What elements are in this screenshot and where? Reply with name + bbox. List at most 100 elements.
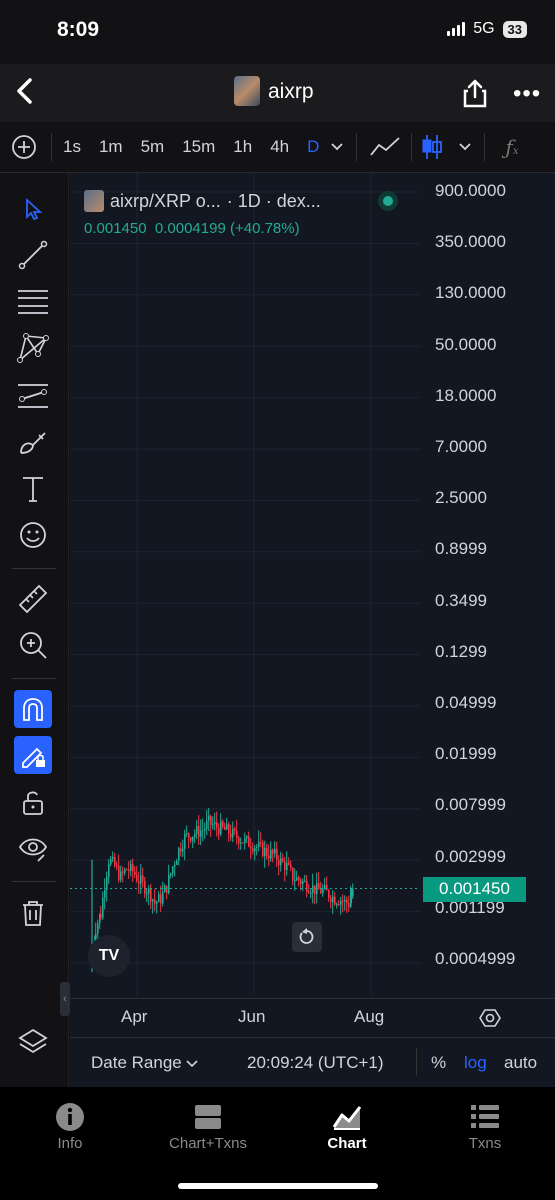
fx-icon[interactable]: ƒx <box>505 135 518 159</box>
timeframe-1s[interactable]: 1s <box>54 137 90 157</box>
chart-bottom-bar: Date Range 20:09:24 (UTC+1) % log auto <box>70 1037 555 1088</box>
candle-body <box>214 822 216 825</box>
price-label: 350.0000 <box>435 232 506 252</box>
time-label-aug: Aug <box>354 1007 385 1026</box>
candle-body <box>162 892 164 904</box>
candle-body <box>286 862 288 871</box>
candle-body <box>324 885 326 889</box>
candle-body <box>336 904 338 906</box>
tab-label: Chart+Txns <box>169 1135 247 1152</box>
candle-body <box>234 828 236 831</box>
time-axis[interactable]: Apr Jun Aug <box>70 998 555 1037</box>
tab-txns[interactable]: Txns <box>430 1103 540 1152</box>
date-range-label: Date Range <box>91 1053 182 1072</box>
forecast-tool-icon[interactable] <box>14 377 52 415</box>
eye-icon[interactable] <box>14 830 52 868</box>
legend-values: 0.001450 0.0004199 (+40.78%) <box>84 220 300 237</box>
network-type: 5G <box>473 20 495 37</box>
brush-tool-icon[interactable] <box>14 423 52 461</box>
candle-body <box>274 848 276 854</box>
candlestick-chart[interactable] <box>70 173 420 995</box>
time-label-apr: Apr <box>121 1007 148 1026</box>
ruler-tool-icon[interactable] <box>14 580 52 618</box>
settings-icon[interactable] <box>479 1007 501 1029</box>
chevron-left-icon <box>17 78 32 104</box>
back-button[interactable] <box>14 76 36 114</box>
timeframe-5m[interactable]: 5m <box>132 137 174 157</box>
layers-icon[interactable] <box>14 1023 52 1061</box>
candle-body <box>330 898 332 903</box>
candle-body <box>256 846 258 848</box>
timeframe-1h[interactable]: 1h <box>224 137 261 157</box>
pattern-tool-icon[interactable] <box>14 329 52 367</box>
candle-body <box>160 894 162 904</box>
candle-body <box>240 842 242 844</box>
fib-retracement-icon[interactable] <box>14 283 52 321</box>
candle-body <box>188 833 190 838</box>
log-toggle[interactable]: log <box>464 1053 487 1073</box>
reset-chart-button[interactable] <box>292 922 322 952</box>
percent-toggle[interactable]: % <box>431 1053 446 1073</box>
candle-body <box>292 867 294 881</box>
candle-body <box>164 885 166 893</box>
candle-body <box>196 826 198 834</box>
candle-body <box>206 820 208 829</box>
chevron-down-icon[interactable] <box>330 142 344 152</box>
candle-body <box>138 881 140 884</box>
chevron-down-icon[interactable] <box>458 142 472 152</box>
lock-drawing-icon[interactable] <box>14 736 52 774</box>
candle-body <box>308 891 310 893</box>
auto-toggle[interactable]: auto <box>504 1053 537 1073</box>
candle-body <box>174 864 176 867</box>
candle-body <box>140 875 142 884</box>
zoom-in-icon[interactable] <box>14 626 52 664</box>
timeframe-4h[interactable]: 4h <box>261 137 298 157</box>
candlestick-icon[interactable] <box>420 133 444 161</box>
candle-body <box>130 863 132 872</box>
candle-body <box>186 833 188 835</box>
cursor-tool-icon[interactable] <box>14 190 52 228</box>
price-axis[interactable]: 900.0000 350.0000 130.0000 50.0000 18.0000 7.… <box>420 173 555 995</box>
candle-body <box>288 862 290 865</box>
candle-body <box>242 842 244 844</box>
candle-body <box>144 880 146 894</box>
tab-chart-txns[interactable]: Chart+Txns <box>153 1103 263 1152</box>
list-icon <box>471 1105 499 1128</box>
chart-legend[interactable]: aixrp/XRP o... · 1D · dex... <box>84 190 321 212</box>
candle-body <box>166 885 168 893</box>
clock-timezone[interactable]: 20:09:24 (UTC+1) <box>247 1053 384 1073</box>
candle-body <box>248 836 250 847</box>
trash-icon[interactable] <box>14 894 52 932</box>
plus-circle-icon[interactable] <box>11 134 37 160</box>
candle-body <box>342 900 344 902</box>
drawing-toolbar <box>0 173 69 1087</box>
candle-body <box>182 848 184 852</box>
candle-body <box>170 873 172 876</box>
app-header: aixrp ••• <box>0 64 555 122</box>
date-range-button[interactable]: Date Range <box>91 1053 199 1073</box>
timeframe-d[interactable]: D <box>298 137 328 157</box>
tab-label: Chart <box>327 1135 367 1152</box>
candle-body <box>282 858 284 862</box>
unlock-icon[interactable] <box>14 784 52 822</box>
more-options-button[interactable]: ••• <box>513 80 541 108</box>
candle-body <box>298 877 300 881</box>
timeframe-1m[interactable]: 1m <box>90 137 132 157</box>
timeframe-15m[interactable]: 15m <box>173 137 224 157</box>
time-label-jun: Jun <box>238 1007 266 1026</box>
token-name: aixrp <box>268 80 314 103</box>
text-tool-icon[interactable] <box>14 470 52 508</box>
share-button[interactable] <box>462 78 488 108</box>
tab-info[interactable]: Info <box>15 1103 125 1152</box>
candle-body <box>122 871 124 873</box>
tab-chart[interactable]: Chart <box>292 1103 402 1152</box>
trend-line-icon[interactable] <box>14 236 52 274</box>
tradingview-logo[interactable]: TV <box>88 935 130 977</box>
candle-body <box>148 888 150 894</box>
candle-body <box>226 824 228 830</box>
magnet-icon[interactable] <box>14 690 52 728</box>
collapse-toolbar-button[interactable]: ‹ <box>60 982 70 1016</box>
emoji-tool-icon[interactable] <box>14 516 52 554</box>
line-chart-icon[interactable] <box>369 135 401 159</box>
candle-body <box>344 899 346 902</box>
